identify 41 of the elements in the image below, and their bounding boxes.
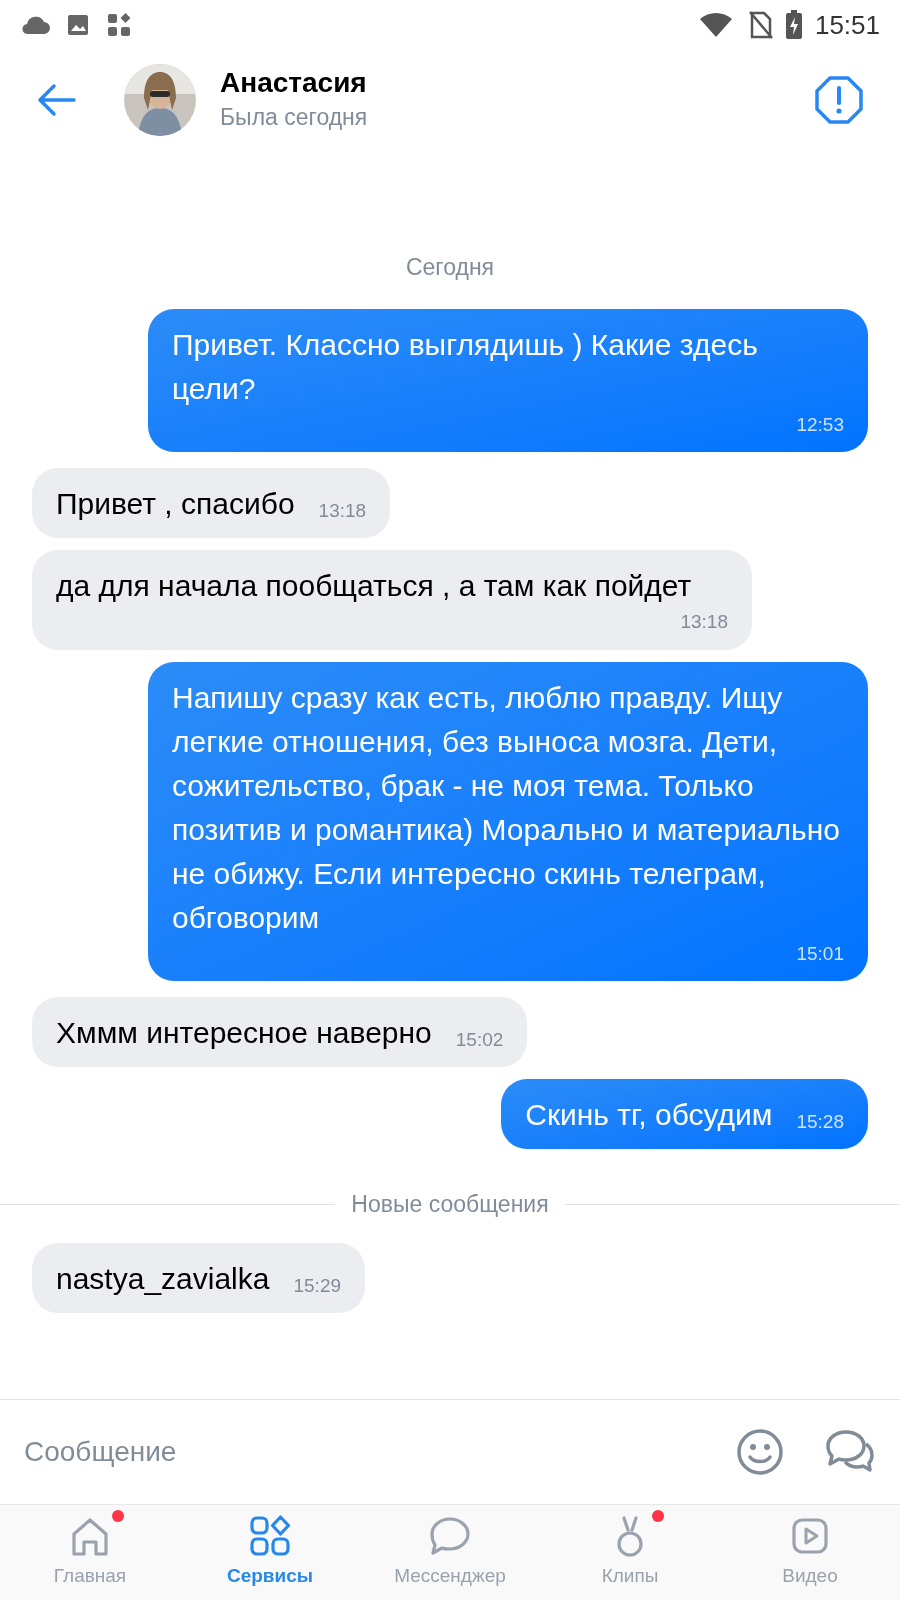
message-bubble[interactable]: nastya_zavialka 15:29: [32, 1243, 365, 1313]
message-text: Привет. Классно выглядишь ) Какие здесь цели?: [172, 326, 759, 407]
message-bubble[interactable]: [148, 661, 868, 981]
nav-tab[interactable]: Сервисы: [226, 1562, 314, 1591]
message-time: 15:01: [796, 941, 844, 966]
grid-icon: [106, 12, 132, 38]
message-time: 12:53: [796, 412, 844, 437]
grid-icon[interactable]: [248, 1514, 292, 1559]
nav-tab[interactable]: Главная: [53, 1562, 127, 1591]
message-bubble[interactable]: Скинь тг, обсудим 15:28: [501, 1079, 868, 1149]
message-time: 15:29: [293, 1273, 341, 1298]
message-bubble[interactable]: да для начала пообщаться , а там как пойдет 13:18: [32, 550, 752, 650]
message-text: Напишу сразу как есть, люблю правду. Ищу легкие отношения, без выноса мозга. Дети, сожительство, брак - не моя тема. Только позитив и романтика) Морально и материально не обижу. Если интересно скинь телеграм, обговорим: [172, 679, 841, 936]
message-text: nastya_zavialka: [56, 1261, 270, 1297]
message-time: 15:28: [796, 1109, 844, 1134]
message-bubble[interactable]: Привет. Классно выглядишь ) Какие здесь цели? 12:53: [148, 308, 868, 452]
back-icon[interactable]: [36, 83, 76, 117]
nav-tab[interactable]: Мессенджер: [394, 1562, 506, 1591]
message-text: Привет , спасибо: [56, 486, 295, 522]
message-bubble[interactable]: Привет , спасибо 13:18: [32, 468, 391, 538]
message-field[interactable]: Сообщение: [24, 1431, 736, 1473]
date-label: Сегодня: [405, 253, 495, 282]
no-sim-icon: [748, 11, 773, 39]
warning-icon[interactable]: [814, 75, 864, 125]
contact-status: Была сегодня: [220, 103, 368, 133]
message-time: 15:02: [455, 1027, 504, 1052]
nav-tab[interactable]: Видео: [782, 1562, 838, 1591]
smile-icon[interactable]: [736, 1428, 784, 1476]
message-text: да для начала пообщаться , а там как пойдет: [56, 568, 692, 604]
image-icon: [66, 13, 90, 37]
wifi-icon: [698, 12, 733, 38]
nav-tab[interactable]: Клипы: [601, 1562, 659, 1591]
message-time: 13:18: [318, 498, 367, 523]
contact-name: Анастасия: [220, 66, 368, 101]
message-bubble[interactable]: Хммм интересное наверно 15:02: [32, 997, 528, 1067]
status-time: 15:51: [814, 8, 880, 42]
message-text: Скинь тг, обсудим: [525, 1097, 773, 1133]
message-time: 13:18: [680, 610, 728, 634]
battery-icon: [784, 10, 803, 40]
cloud-icon: [20, 15, 50, 35]
message-text: Хммм интересное наверно: [56, 1015, 432, 1051]
